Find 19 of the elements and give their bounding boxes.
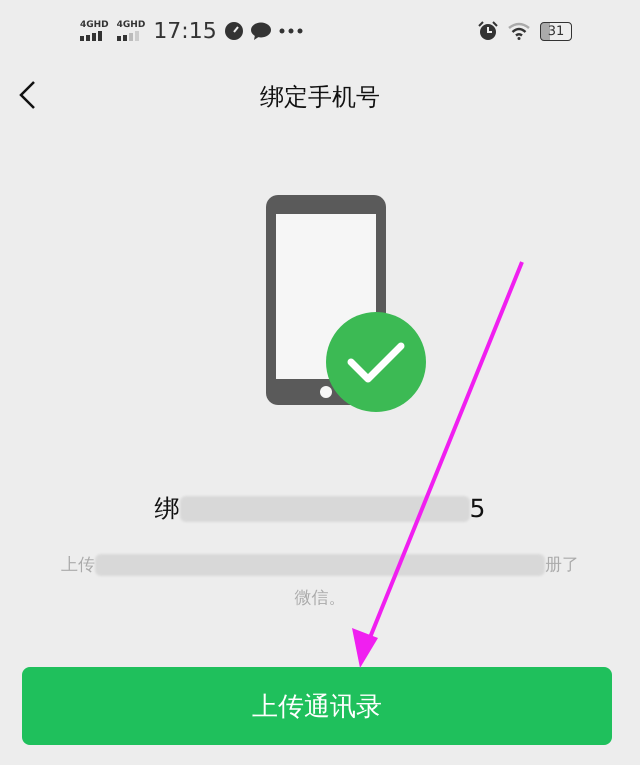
bound-number-text: 绑 xyxy=(154,493,180,525)
alarm-icon xyxy=(478,21,498,41)
wifi-icon xyxy=(508,22,530,40)
description-text: 上传 xyxy=(61,554,95,576)
signal-icon xyxy=(116,31,139,41)
upload-contacts-button[interactable]: 上传通讯录 xyxy=(22,667,612,745)
back-icon[interactable] xyxy=(18,80,36,110)
network-label: 4GHD xyxy=(116,21,146,30)
gauge-icon xyxy=(224,22,243,40)
network-label: 4GHD xyxy=(80,21,109,30)
description-text: 册了 xyxy=(545,554,579,576)
chat-bubble-icon xyxy=(250,22,271,40)
description-text: 微信。 xyxy=(294,587,346,609)
page-title: 绑定手机号 xyxy=(260,82,380,113)
status-time: 17:15 xyxy=(153,18,217,44)
more-icon xyxy=(278,28,303,34)
battery-indicator: 31 xyxy=(540,22,572,40)
bound-number-text: 5 xyxy=(470,494,486,523)
signal-icon xyxy=(80,31,102,41)
